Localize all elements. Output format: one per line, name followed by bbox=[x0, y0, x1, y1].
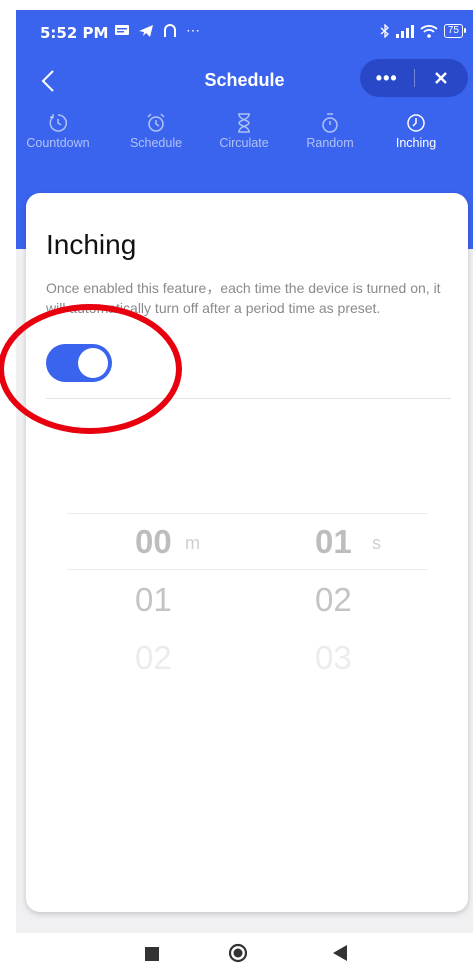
status-bar: 5:52 PM ⋯ 75 bbox=[16, 10, 473, 56]
home-button[interactable] bbox=[228, 943, 248, 968]
telegram-icon bbox=[139, 24, 153, 37]
picker-bottom-line bbox=[67, 569, 428, 570]
toggle-knob bbox=[78, 348, 108, 378]
minutes-unit: m bbox=[185, 533, 200, 553]
message-icon bbox=[115, 24, 129, 35]
close-button[interactable] bbox=[415, 71, 469, 85]
signal-icon bbox=[395, 24, 414, 38]
status-system-icons: 75 bbox=[380, 24, 467, 38]
seconds-option: 03 bbox=[315, 639, 352, 676]
back-system-button[interactable] bbox=[333, 945, 347, 966]
tab-label: Circulate bbox=[219, 136, 269, 150]
status-notification-icons: ⋯ bbox=[114, 22, 200, 39]
picker-top-line bbox=[67, 513, 428, 514]
circle-icon bbox=[228, 943, 248, 963]
arch-icon bbox=[164, 23, 176, 37]
feature-description: Once enabled this feature，each time the … bbox=[46, 280, 441, 316]
alarm-clock-icon bbox=[147, 113, 165, 132]
divider bbox=[46, 398, 451, 399]
app-screen: 5:52 PM ⋯ 75 Schedule ••• Countdown Sche… bbox=[16, 10, 473, 933]
section-title: Inching bbox=[46, 229, 137, 260]
tab-schedule[interactable]: Schedule bbox=[114, 112, 198, 150]
status-time: 5:52 PM bbox=[40, 24, 109, 42]
countdown-icon bbox=[49, 114, 67, 132]
seconds-unit: s bbox=[372, 533, 381, 553]
minutes-option: 02 bbox=[135, 639, 172, 676]
triangle-back-icon bbox=[333, 945, 347, 961]
more-menu-button[interactable]: ••• bbox=[360, 68, 414, 89]
more-notifications-icon: ⋯ bbox=[186, 22, 200, 38]
navigation-bar: Schedule ••• bbox=[16, 56, 473, 106]
stopwatch-icon bbox=[322, 113, 338, 133]
recents-button[interactable] bbox=[145, 947, 159, 966]
inching-toggle[interactable] bbox=[46, 344, 112, 382]
tab-inching[interactable]: Inching bbox=[374, 112, 458, 150]
mini-program-capsule: ••• bbox=[360, 59, 468, 97]
tab-circulate[interactable]: Circulate bbox=[202, 112, 286, 150]
tab-countdown[interactable]: Countdown bbox=[16, 112, 100, 150]
bluetooth-icon bbox=[380, 24, 389, 38]
seconds-selected: 01 bbox=[315, 523, 352, 560]
tab-label: Random bbox=[306, 136, 354, 150]
inching-settings-card: Inching Once enabled this feature，each t… bbox=[26, 193, 468, 912]
minutes-selected: 00 bbox=[135, 523, 172, 560]
battery-icon: 75 bbox=[443, 24, 467, 38]
tab-random[interactable]: Random bbox=[288, 112, 372, 150]
close-icon bbox=[435, 72, 448, 84]
seconds-option: 02 bbox=[315, 581, 352, 618]
system-navigation-bar bbox=[0, 933, 473, 968]
tab-label: Inching bbox=[395, 136, 437, 150]
tab-label: Schedule bbox=[129, 136, 183, 150]
clock-icon bbox=[407, 114, 425, 132]
minutes-option: 01 bbox=[135, 581, 172, 618]
duration-picker: 00 m 01 02 01 s 02 03 bbox=[67, 513, 428, 693]
tab-label: Countdown bbox=[26, 136, 90, 150]
timer-mode-tabs: Countdown Schedule Circulate Random Inch… bbox=[16, 112, 473, 162]
wifi-icon bbox=[420, 25, 438, 38]
hourglass-icon bbox=[238, 113, 250, 133]
square-icon bbox=[145, 947, 159, 961]
